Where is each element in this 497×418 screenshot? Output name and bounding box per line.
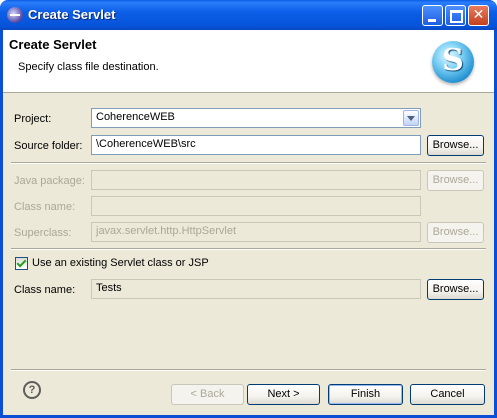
use-existing-checkbox[interactable]	[15, 257, 28, 270]
superclass-input[interactable]: javax.servlet.http.HttpServlet	[91, 222, 421, 242]
use-existing-label[interactable]: Use an existing Servlet class or JSP	[32, 257, 209, 269]
java-package-label: Java package:	[14, 175, 85, 187]
page-title: Create Servlet	[9, 37, 97, 52]
project-combo[interactable]: CoherenceWEB	[91, 108, 421, 128]
maximize-button[interactable]	[445, 5, 466, 26]
superclass-browse-button[interactable]: Browse...	[427, 222, 484, 243]
page-description: Specify class file destination.	[18, 61, 159, 73]
java-package-input[interactable]	[91, 170, 421, 190]
separator	[11, 369, 486, 371]
chevron-down-icon[interactable]	[403, 110, 419, 126]
existing-class-name-label: Class name:	[14, 284, 76, 296]
cancel-button[interactable]: Cancel	[410, 384, 485, 405]
source-folder-browse-button[interactable]: Browse...	[427, 135, 484, 156]
project-label: Project:	[14, 113, 52, 125]
source-folder-input[interactable]: \CoherenceWEB\src	[91, 135, 421, 155]
close-icon: ✕	[472, 7, 485, 23]
servlet-s-icon: S	[432, 41, 474, 83]
next-button[interactable]: Next >	[247, 384, 320, 405]
back-button[interactable]: < Back	[171, 384, 244, 405]
close-button[interactable]: ✕	[468, 5, 489, 26]
minimize-button[interactable]	[422, 5, 443, 26]
window-title: Create Servlet	[28, 7, 116, 22]
existing-class-browse-button[interactable]: Browse...	[427, 279, 484, 300]
finish-button[interactable]: Finish	[328, 384, 403, 405]
wizard-header: Create Servlet Specify class file destin…	[3, 30, 494, 93]
superclass-label: Superclass:	[14, 227, 72, 239]
create-servlet-dialog: Create Servlet ✕ Create Servlet Specify …	[0, 0, 497, 418]
source-folder-label: Source folder:	[14, 140, 83, 152]
eclipse-icon	[7, 7, 23, 23]
title-bar[interactable]: Create Servlet ✕	[0, 0, 497, 30]
project-value: CoherenceWEB	[96, 111, 175, 123]
class-name-label: Class name:	[14, 201, 76, 213]
class-name-input[interactable]	[91, 196, 421, 216]
separator	[11, 162, 486, 164]
java-package-browse-button[interactable]: Browse...	[427, 170, 484, 191]
separator	[11, 248, 486, 250]
existing-class-name-input[interactable]: Tests	[91, 279, 421, 299]
help-icon[interactable]: ?	[23, 381, 41, 399]
